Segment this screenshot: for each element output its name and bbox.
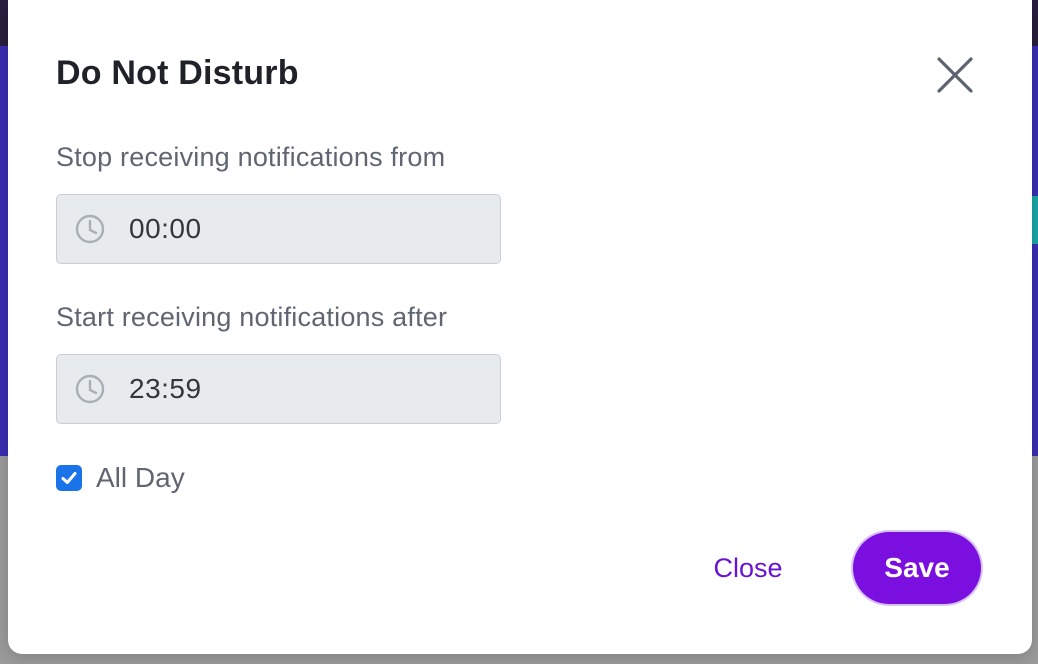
- dialog-title: Do Not Disturb: [56, 54, 299, 92]
- stop-from-value: 00:00: [129, 213, 202, 244]
- start-after-label: Start receiving notifications after: [56, 302, 448, 332]
- save-button[interactable]: Save: [853, 532, 981, 604]
- close-button[interactable]: Close: [696, 536, 800, 600]
- start-after-value: 23:59: [129, 373, 202, 404]
- do-not-disturb-dialog: Do Not Disturb Stop receiving notificati…: [8, 0, 1032, 654]
- close-icon[interactable]: [934, 54, 976, 96]
- checkmark-icon: [61, 472, 77, 484]
- all-day-label: All Day: [96, 462, 185, 493]
- all-day-checkbox[interactable]: [56, 465, 82, 491]
- stop-from-time-input[interactable]: 00:00: [56, 194, 501, 264]
- stop-from-label: Stop receiving notifications from: [56, 142, 446, 172]
- clock-icon: [74, 373, 106, 405]
- start-after-time-input[interactable]: 23:59: [56, 354, 501, 424]
- clock-icon: [74, 213, 106, 245]
- all-day-option[interactable]: All Day: [56, 462, 185, 494]
